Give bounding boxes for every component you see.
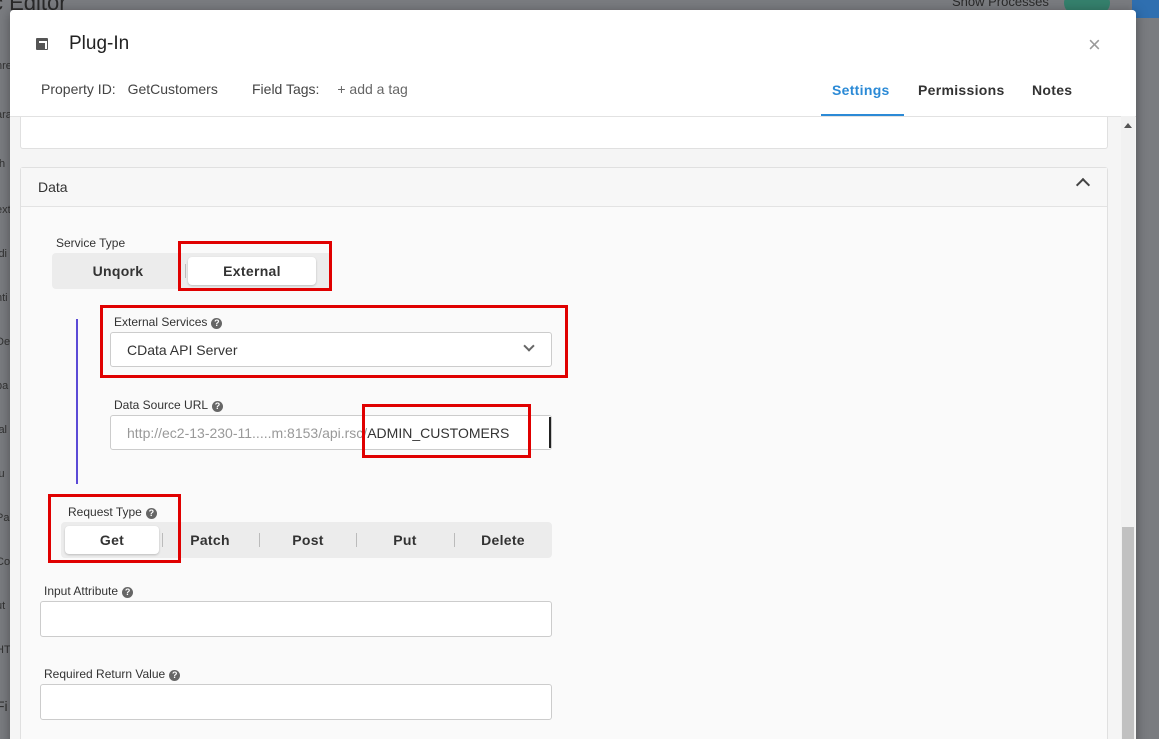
close-icon[interactable]: ×	[1088, 32, 1101, 58]
chevron-down-icon	[523, 340, 535, 352]
service-type-unqork[interactable]: Unqork	[56, 257, 180, 285]
service-type-external[interactable]: External	[188, 257, 316, 285]
data-source-url-label-text: Data Source URL	[114, 398, 209, 412]
plugin-icon	[36, 38, 48, 50]
required-return-value-field[interactable]	[40, 684, 552, 720]
chevron-up-icon[interactable]	[1075, 177, 1091, 193]
data-panel-title: Data	[38, 179, 68, 195]
data-source-url-value: http://ec2-13-230-11.....m:8153/api.rsc/…	[127, 425, 509, 441]
external-services-value: CData API Server	[127, 342, 238, 358]
external-services-label: External Services?	[114, 315, 223, 329]
property-id-value: GetCustomers	[127, 81, 218, 97]
tab-permissions[interactable]: Permissions	[918, 82, 1005, 98]
request-type-patch[interactable]: Patch	[163, 526, 257, 554]
background-sidebar-text: lu	[0, 468, 5, 480]
service-type-label: Service Type	[56, 236, 126, 250]
required-return-value-label-text: Required Return Value	[44, 667, 166, 681]
plugin-modal: Plug-In × Property ID: GetCustomers Fiel…	[10, 10, 1136, 739]
scrollbar-thumb[interactable]	[1122, 527, 1134, 739]
service-type-toggle: Unqork External	[52, 253, 332, 289]
help-icon[interactable]: ?	[212, 401, 224, 412]
text-cursor	[549, 417, 551, 448]
background-sidebar-text: th	[0, 158, 6, 170]
request-type-delete[interactable]: Delete	[455, 526, 551, 554]
field-tags: Field Tags: + add a tag	[252, 81, 408, 97]
input-attribute-field[interactable]	[40, 601, 552, 637]
modal-scrollbar[interactable]	[1121, 116, 1135, 739]
show-processes-label: Show Processes	[952, 0, 1049, 9]
background-sidebar-text: idi	[0, 248, 8, 260]
data-source-url-input[interactable]: http://ec2-13-230-11.....m:8153/api.rsc/…	[110, 415, 552, 450]
help-icon[interactable]: ?	[145, 508, 157, 519]
active-tab-indicator	[821, 114, 904, 116]
request-type-label-text: Request Type	[68, 505, 142, 519]
previous-section-panel	[20, 117, 1108, 149]
input-attribute-label-text: Input Attribute	[44, 584, 119, 598]
tab-settings[interactable]: Settings	[832, 82, 890, 98]
background-sidebar-text: Fi	[0, 698, 8, 714]
data-panel-header[interactable]: Data	[21, 168, 1107, 207]
background-sidebar: nre ara th ext idi nti Des pa lal lu Pa …	[0, 60, 16, 739]
background-action-button	[1132, 0, 1159, 18]
request-type-label: Request Type?	[68, 505, 157, 519]
request-type-toggle: Get Patch Post Put Delete	[61, 522, 552, 558]
property-id: Property ID: GetCustomers	[41, 81, 218, 97]
background-sidebar-text: nti	[0, 292, 8, 304]
required-return-value-label: Required Return Value?	[44, 667, 181, 681]
input-attribute-label: Input Attribute?	[44, 584, 134, 598]
background-sidebar-text: Pa	[0, 512, 10, 524]
add-tag-button[interactable]: + add a tag	[337, 81, 407, 97]
background-sidebar-text: lal	[0, 424, 8, 436]
help-icon[interactable]: ?	[169, 670, 181, 681]
modal-title: Plug-In	[69, 33, 130, 54]
request-type-put[interactable]: Put	[357, 526, 453, 554]
request-type-get[interactable]: Get	[65, 526, 159, 554]
help-icon[interactable]: ?	[211, 318, 223, 329]
property-id-label: Property ID:	[41, 81, 116, 97]
help-icon[interactable]: ?	[122, 587, 134, 598]
nested-section-line	[76, 319, 78, 484]
url-prefix: http://ec2-13-230-11.....m:8153/api.rsc/	[127, 425, 368, 441]
field-tags-label: Field Tags:	[252, 81, 320, 97]
background-sidebar-text: Co	[0, 556, 11, 568]
background-sidebar-text: ut	[0, 600, 6, 612]
modal-header: Plug-In × Property ID: GetCustomers Fiel…	[10, 10, 1136, 117]
background-sidebar-text: pa	[0, 380, 9, 392]
segment-divider	[185, 264, 186, 278]
external-services-label-text: External Services	[114, 315, 208, 329]
tab-notes[interactable]: Notes	[1032, 82, 1072, 98]
external-services-select[interactable]: CData API Server	[110, 332, 552, 367]
scroll-up-arrow-icon[interactable]	[1124, 123, 1132, 128]
data-source-url-label: Data Source URL?	[114, 398, 224, 412]
request-type-post[interactable]: Post	[260, 526, 356, 554]
url-suffix: ADMIN_CUSTOMERS	[367, 425, 510, 441]
